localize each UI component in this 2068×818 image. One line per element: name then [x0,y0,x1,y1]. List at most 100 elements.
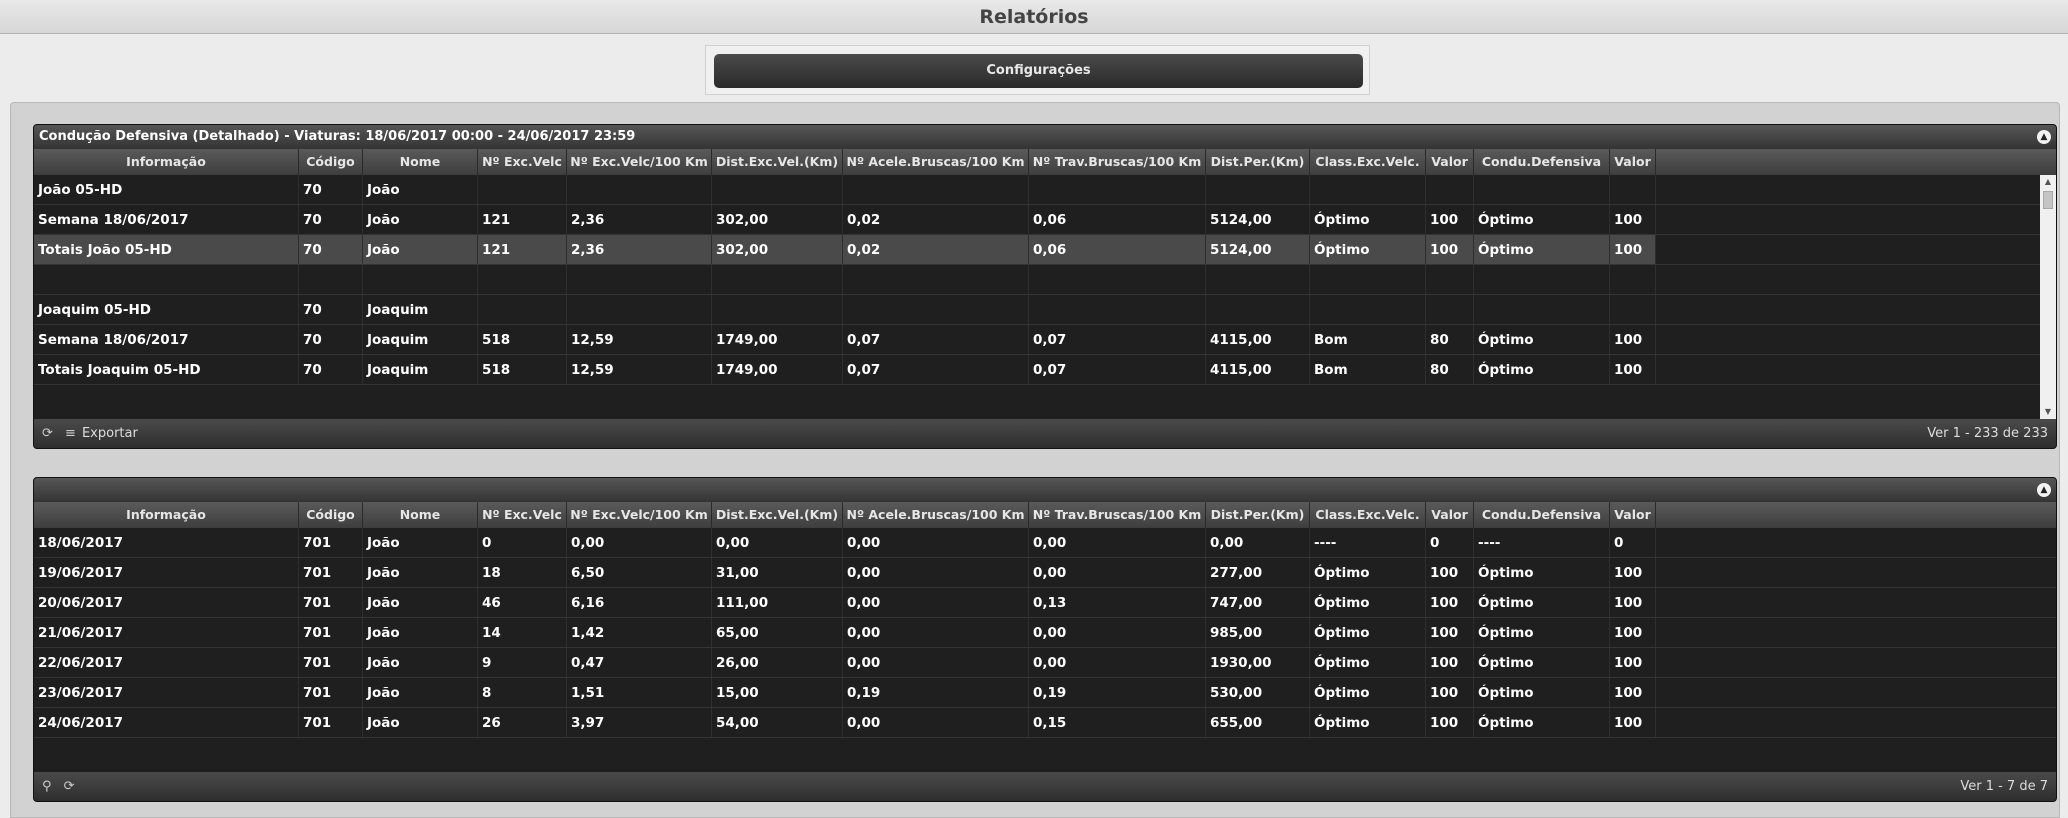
table-cell: Semana 18/06/2017 [34,325,299,354]
column-header[interactable]: Informação [34,502,299,528]
table-row[interactable]: Totais João 05-HD 70 João 121 2,36 302,00 0,02… [34,235,2056,265]
table-row[interactable]: Semana 18/06/2017 70 João 121 2,36 302,00 0,02… [34,205,2056,235]
table-cell: 54,00 [712,708,843,737]
table-cell: 70 [299,295,363,324]
table-cell: João 05-HD [34,175,299,204]
table-cell: 701 [299,558,363,587]
panel-header: ▲ [34,478,2056,502]
table-cell [567,295,712,324]
table-row[interactable]: João 05-HD 70 João [34,175,2056,205]
detailed-report-panel: Condução Defensiva (Detalhado) - Viatura… [33,124,2057,449]
column-header[interactable]: Valor [1610,149,1656,175]
column-header[interactable]: Nº Trav.Bruscas/100 Km [1029,149,1206,175]
column-header[interactable]: Dist.Per.(Km) [1206,149,1310,175]
collapse-icon[interactable]: ▲ [2037,130,2051,144]
column-header[interactable]: Nº Exc.Velc [478,149,567,175]
grid-body: 18/06/2017 701 João 0 0,00 0,00 0,00 0,00 0,00 --… [34,528,2056,738]
search-icon[interactable]: ⚲ [42,772,52,801]
table-row[interactable]: 23/06/2017 701 João 8 1,51 15,00 0,19 0,19 530,0… [34,678,2056,708]
table-cell: 0 [1610,528,1656,557]
table-row[interactable]: Totais Joaquim 05-HD 70 Joaquim 518 12,59 174… [34,355,2056,385]
table-cell [1206,175,1310,204]
column-header[interactable]: Dist.Per.(Km) [1206,502,1310,528]
table-cell: Óptimo [1474,588,1610,617]
table-row[interactable]: 24/06/2017 701 João 26 3,97 54,00 0,00 0,15 655,… [34,708,2056,738]
table-cell: Óptimo [1310,588,1426,617]
table-cell: 0,02 [843,235,1029,264]
table-cell: 12,59 [567,325,712,354]
column-header[interactable]: Class.Exc.Velc. [1310,149,1426,175]
column-header[interactable]: Dist.Exc.Vel.(Km) [712,149,843,175]
table-cell: 302,00 [712,235,843,264]
column-header[interactable]: Dist.Exc.Vel.(Km) [712,502,843,528]
table-row[interactable]: 21/06/2017 701 João 14 1,42 65,00 0,00 0,00 985,… [34,618,2056,648]
table-cell: ---- [1474,528,1610,557]
table-cell: Óptimo [1310,708,1426,737]
table-row[interactable] [34,265,2056,295]
table-cell: 1749,00 [712,355,843,384]
column-header[interactable]: Condu.Defensiva [1474,502,1610,528]
scroll-up-icon[interactable]: ▲ [2040,175,2056,189]
column-header[interactable]: Nº Acele.Bruscas/100 Km [843,502,1029,528]
table-cell [1310,265,1426,294]
table-cell: 70 [299,205,363,234]
refresh-icon[interactable]: ⟳ [64,772,75,801]
table-cell: 0 [478,528,567,557]
table-row[interactable]: 20/06/2017 701 João 46 6,16 111,00 0,00 0,13 747… [34,588,2056,618]
column-header[interactable]: Nº Exc.Velc/100 Km [567,502,712,528]
column-header[interactable]: Class.Exc.Velc. [1310,502,1426,528]
column-header[interactable]: Informação [34,149,299,175]
column-header[interactable]: Nº Exc.Velc/100 Km [567,149,712,175]
table-cell: 701 [299,708,363,737]
column-header[interactable]: Nome [363,149,478,175]
table-cell: 0,06 [1029,205,1206,234]
column-header-row: Informação Código Nome Nº Exc.Velc Nº Exc.Ve… [34,502,2056,528]
table-cell: 100 [1610,558,1656,587]
panel-footer: ⟳ ≡ Exportar Ver 1 - 233 de 233 [34,419,2056,448]
table-cell: 0,07 [1029,355,1206,384]
table-cell: 111,00 [712,588,843,617]
table-cell: Joaquim 05-HD [34,295,299,324]
column-header[interactable]: Nome [363,502,478,528]
table-cell: 100 [1610,205,1656,234]
refresh-icon[interactable]: ⟳ [42,419,53,448]
table-cell [712,175,843,204]
column-header[interactable]: Condu.Defensiva [1474,149,1610,175]
pager-info: Ver 1 - 7 de 7 [1960,779,2048,794]
grid-body: João 05-HD 70 João Semana 18/06/2017 70 João 1… [34,175,2056,385]
table-row[interactable]: Semana 18/06/2017 70 Joaquim 518 12,59 1749,0… [34,325,2056,355]
column-header[interactable]: Valor [1426,502,1474,528]
config-button[interactable]: Configurações [714,54,1363,88]
table-row[interactable]: 18/06/2017 701 João 0 0,00 0,00 0,00 0,00 0,00 --… [34,528,2056,558]
column-header[interactable]: Nº Acele.Bruscas/100 Km [843,149,1029,175]
scroll-thumb[interactable] [2043,191,2053,209]
vertical-scrollbar[interactable]: ▲ ▼ [2040,175,2056,419]
table-cell: 8 [478,678,567,707]
collapse-icon[interactable]: ▲ [2037,483,2051,497]
table-cell: 277,00 [1206,558,1310,587]
table-cell [299,265,363,294]
table-row[interactable]: 22/06/2017 701 João 9 0,47 26,00 0,00 0,00 1930,… [34,648,2056,678]
column-header[interactable]: Código [299,149,363,175]
table-cell: 21/06/2017 [34,618,299,647]
table-cell [567,175,712,204]
column-header[interactable]: Código [299,502,363,528]
table-cell [1610,295,1656,324]
table-cell [1029,265,1206,294]
scroll-down-icon[interactable]: ▼ [2040,405,2056,419]
column-header[interactable]: Valor [1426,149,1474,175]
column-header[interactable]: Valor [1610,502,1656,528]
daily-report-panel: ▲ Informação Código Nome Nº Exc.Velc Nº Exc.… [33,477,2057,802]
column-header[interactable]: Nº Exc.Velc [478,502,567,528]
table-row[interactable]: 19/06/2017 701 João 18 6,50 31,00 0,00 0,00 277,… [34,558,2056,588]
export-icon[interactable]: ≡ [65,419,76,448]
table-cell: 100 [1610,678,1656,707]
table-cell: 6,16 [567,588,712,617]
table-cell [1474,175,1610,204]
table-cell: João [363,558,478,587]
column-header[interactable]: Nº Trav.Bruscas/100 Km [1029,502,1206,528]
export-button[interactable]: Exportar [82,419,138,448]
table-cell: 9 [478,648,567,677]
table-row[interactable]: Joaquim 05-HD 70 Joaquim [34,295,2056,325]
table-cell: Óptimo [1474,648,1610,677]
